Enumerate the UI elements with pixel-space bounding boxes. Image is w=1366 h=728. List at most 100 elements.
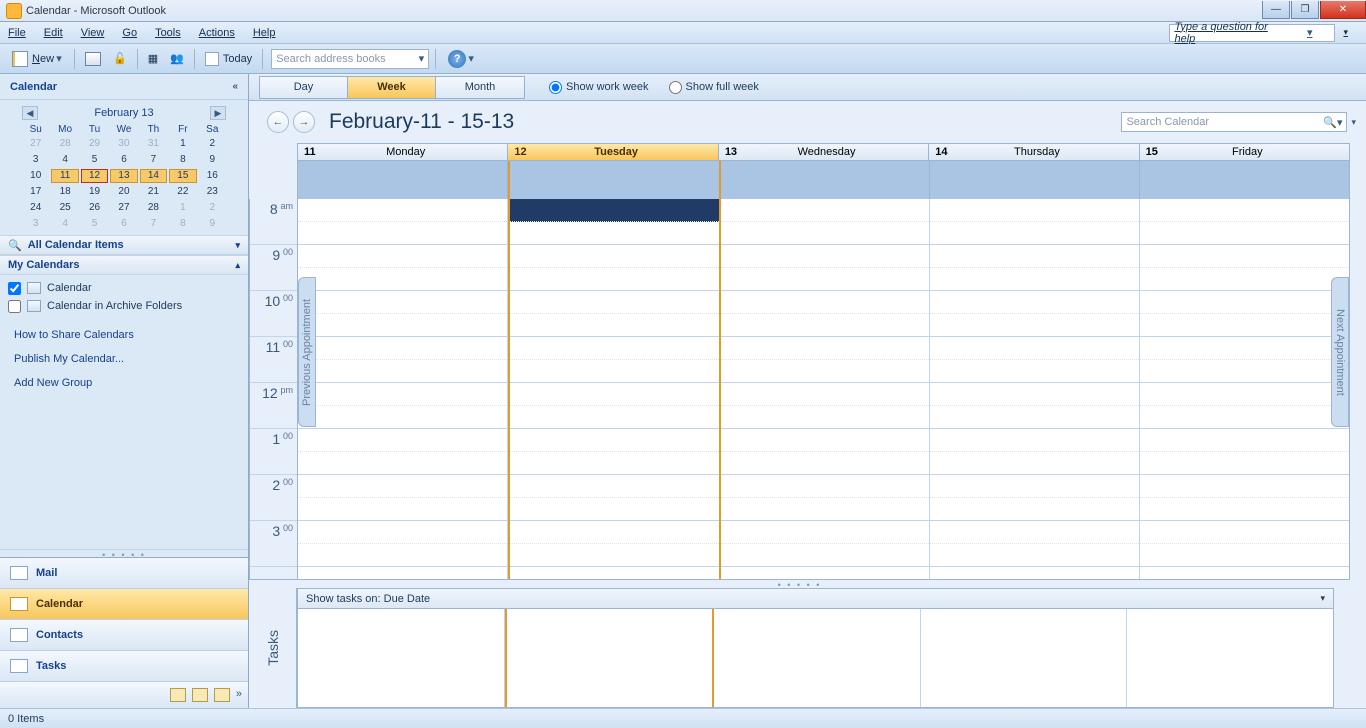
time-slot[interactable] [510,406,719,429]
time-slot[interactable] [1140,452,1349,475]
mini-calendar-day[interactable]: 21 [140,185,167,199]
time-slot[interactable] [930,337,1139,360]
time-slot[interactable] [298,199,507,222]
calendar-checkbox[interactable] [8,282,21,295]
mini-calendar-day[interactable]: 10 [22,169,49,183]
radio-show-full-week[interactable]: Show full week [669,81,759,94]
time-slot[interactable] [1140,383,1349,406]
time-slot[interactable] [930,199,1139,222]
chevron-down-icon[interactable]: ▾ [235,240,240,251]
tasks-column[interactable] [1127,609,1333,707]
chevron-down-icon[interactable]: ▾ [1320,593,1325,604]
day-column[interactable] [1140,199,1349,579]
mini-calendar-day[interactable]: 6 [110,217,137,231]
mini-calendar-day[interactable]: 13 [110,169,137,183]
time-slot[interactable] [298,222,507,245]
journal-icon[interactable] [214,688,230,702]
mini-calendar-day[interactable]: 4 [51,153,78,167]
time-slot[interactable] [721,521,930,544]
time-slot[interactable] [721,452,930,475]
mini-calendar-day[interactable]: 30 [110,137,137,151]
time-slot[interactable] [930,498,1139,521]
day-header[interactable]: 14Thursday [929,144,1139,160]
mini-calendar-day[interactable]: 12 [81,169,108,183]
time-slot[interactable] [1140,222,1349,245]
time-slot[interactable] [298,475,507,498]
mini-calendar-day[interactable]: 9 [199,153,226,167]
time-slot[interactable] [721,337,930,360]
chevron-down-icon[interactable]: ▾ [419,52,425,65]
chevron-icon[interactable]: » [236,688,242,702]
time-slot[interactable] [510,452,719,475]
sidebar-link[interactable]: Publish My Calendar... [14,353,234,365]
time-slot[interactable] [510,521,719,544]
tasks-column[interactable] [298,609,505,707]
time-slot[interactable] [298,544,507,567]
minimize-button[interactable]: — [1262,1,1290,19]
time-slot[interactable] [721,291,930,314]
time-slot[interactable] [1140,268,1349,291]
time-slot[interactable] [510,222,719,245]
time-slot[interactable] [1140,337,1349,360]
mini-calendar-day[interactable]: 3 [22,153,49,167]
categorize-button[interactable]: ▦ [142,48,164,70]
mini-calendar-day[interactable]: 7 [140,153,167,167]
time-slot[interactable] [930,360,1139,383]
mini-calendar-day[interactable]: 16 [199,169,226,183]
time-slot[interactable] [298,337,507,360]
tasks-column[interactable] [505,609,715,707]
calendar-checkbox[interactable] [8,300,21,313]
mini-calendar-day[interactable]: 2 [199,201,226,215]
time-slot[interactable] [721,498,930,521]
mini-calendar-day[interactable]: 25 [51,201,78,215]
mini-calendar-day[interactable]: 22 [169,185,196,199]
mini-calendar-day[interactable]: 28 [51,137,78,151]
new-button[interactable]: New ▾ [6,48,70,70]
time-slot[interactable] [721,199,930,222]
time-slot[interactable] [721,222,930,245]
time-slot[interactable] [298,245,507,268]
mini-calendar-day[interactable]: 20 [110,185,137,199]
time-slot[interactable] [510,245,719,268]
day-header[interactable]: 13Wednesday [719,144,929,160]
time-slot[interactable] [510,544,719,567]
day-column[interactable] [508,199,721,579]
chevron-down-icon[interactable]: ▾ [466,52,476,65]
mini-calendar-day[interactable]: 26 [81,201,108,215]
time-slot[interactable] [930,521,1139,544]
day-header[interactable]: 11Monday [298,144,508,160]
time-slot[interactable] [930,452,1139,475]
mini-calendar-day[interactable]: 2 [199,137,226,151]
allday-cell[interactable] [1140,161,1349,199]
tasks-column[interactable] [714,609,921,707]
mini-calendar-day[interactable]: 11 [51,169,78,183]
time-slot[interactable] [721,314,930,337]
time-slot[interactable] [721,268,930,291]
mini-calendar-day[interactable]: 19 [81,185,108,199]
collapse-icon[interactable]: « [232,81,238,92]
nav-contacts[interactable]: Contacts [0,620,248,651]
address-book-search[interactable]: Search address books ▾ [271,49,429,69]
menu-file[interactable]: File [8,27,26,39]
mini-calendar-day[interactable]: 23 [199,185,226,199]
sidebar-link[interactable]: Add New Group [14,377,234,389]
time-slot[interactable] [930,314,1139,337]
time-slot[interactable] [930,245,1139,268]
time-slot[interactable] [1140,406,1349,429]
time-slot[interactable] [930,544,1139,567]
mini-calendar-day[interactable]: 14 [140,169,167,183]
mini-calendar-day[interactable]: 28 [140,201,167,215]
group-schedules-button[interactable]: 👥 [164,48,190,70]
time-slot[interactable] [930,406,1139,429]
calendar-item[interactable]: Calendar in Archive Folders [8,297,240,315]
time-slot[interactable] [721,406,930,429]
mini-calendar-day[interactable]: 8 [169,217,196,231]
print-button[interactable] [79,48,107,70]
my-calendars-header[interactable]: My Calendars ▴ [0,255,248,275]
search-calendar-input[interactable]: Search Calendar 🔍▾ [1121,112,1347,132]
chevron-down-icon[interactable]: ▾ [1307,26,1313,39]
radio-show-work-week[interactable]: Show work week [549,81,649,94]
time-slot[interactable] [510,475,719,498]
time-slot[interactable] [298,498,507,521]
allday-cell[interactable] [508,161,721,199]
